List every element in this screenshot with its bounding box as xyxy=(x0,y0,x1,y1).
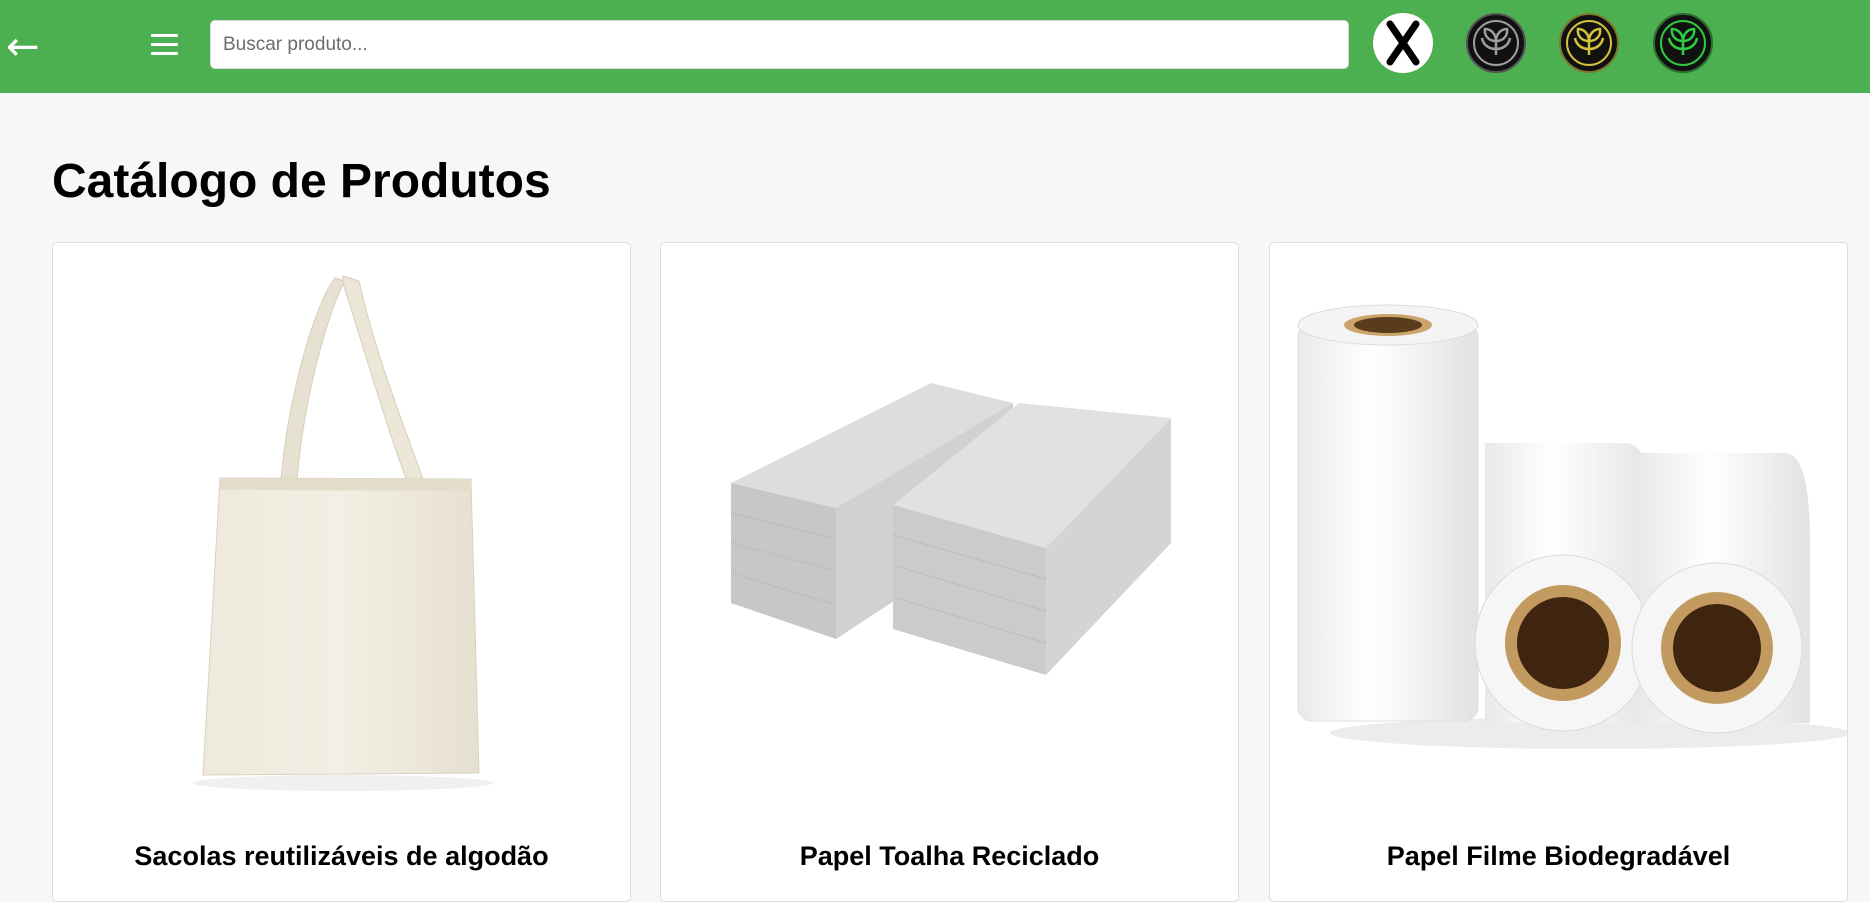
product-name: Sacolas reutilizáveis de algodão xyxy=(134,841,549,871)
product-card[interactable]: Papel Filme Biodegradável xyxy=(1269,242,1848,902)
film-rolls-image xyxy=(1297,304,1847,749)
search-input[interactable] xyxy=(210,20,1349,69)
filter-green-leaf-button[interactable] xyxy=(1653,13,1713,73)
top-bar: ← xyxy=(0,0,1870,93)
paper-towel-image xyxy=(730,383,1171,675)
tote-bag-image xyxy=(193,275,493,791)
product-card[interactable]: Sacolas reutilizáveis de algodão xyxy=(52,242,631,902)
product-name: Papel Toalha Reciclado xyxy=(799,841,1100,871)
filter-yellow-leaf-button[interactable] xyxy=(1559,13,1619,73)
filter-gray-leaf-button[interactable] xyxy=(1466,13,1526,73)
leaf-icon xyxy=(1660,20,1706,66)
page-title: Catálogo de Produtos xyxy=(52,155,551,208)
product-name: Papel Filme Biodegradável xyxy=(1386,841,1731,871)
back-arrow-icon[interactable]: ← xyxy=(6,26,46,68)
product-card[interactable]: Papel Toalha Reciclado xyxy=(660,242,1239,902)
filter-none-button[interactable] xyxy=(1373,13,1433,73)
hamburger-menu-icon[interactable] xyxy=(148,26,182,62)
leaf-icon xyxy=(1566,20,1612,66)
leaf-icon xyxy=(1473,20,1519,66)
x-icon xyxy=(1386,20,1420,66)
